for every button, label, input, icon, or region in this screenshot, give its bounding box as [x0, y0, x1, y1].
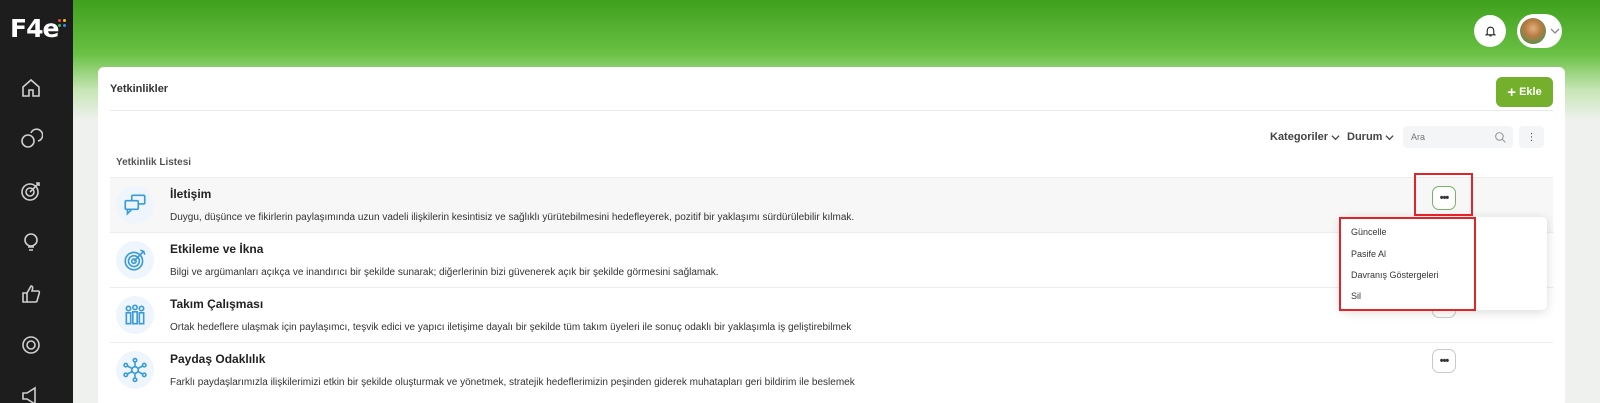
bell-icon	[1484, 26, 1496, 37]
add-button-label: Ekle	[1519, 86, 1542, 98]
search-icon[interactable]	[1494, 131, 1507, 144]
kebab-icon: ⋮	[1526, 131, 1537, 143]
competency-name: Etkileme ve İkna	[170, 242, 264, 256]
status-filter-label: Durum	[1347, 131, 1383, 143]
speech-bubbles-icon	[116, 186, 154, 224]
category-filter-label: Kategoriler	[1270, 131, 1329, 143]
highlight-box	[1339, 217, 1476, 311]
page-title: Yetkinlikler	[110, 83, 169, 95]
notification-button[interactable]	[1474, 15, 1506, 47]
chevron-down-icon	[1385, 134, 1394, 140]
add-button[interactable]: + Ekle	[1496, 77, 1553, 107]
network-icon	[116, 351, 154, 389]
plus-icon: +	[1507, 83, 1517, 101]
chevron-down-icon	[1550, 28, 1560, 34]
target-icon[interactable]	[19, 179, 43, 203]
table-row[interactable]: İletişim Duygu, düşünce ve fikirlerin pa…	[110, 177, 1553, 232]
bulb-icon[interactable]	[19, 230, 43, 254]
megaphone-icon[interactable]	[19, 384, 43, 403]
competency-list: İletişim Duygu, düşünce ve fikirlerin pa…	[110, 177, 1553, 397]
divider	[110, 110, 1553, 111]
logo-dots	[58, 19, 68, 29]
avatar	[1520, 18, 1546, 44]
sidebar: F4e	[0, 0, 73, 403]
chevron-down-icon	[1331, 134, 1340, 140]
thumbs-up-icon[interactable]	[19, 282, 43, 306]
category-filter[interactable]: Kategoriler	[1270, 131, 1340, 143]
home-icon[interactable]	[19, 76, 43, 100]
table-row[interactable]: Takım Çalışması Ortak hedeflere ulaşmak …	[110, 287, 1553, 342]
status-filter[interactable]: Durum	[1347, 131, 1394, 143]
chat-icon[interactable]	[19, 127, 44, 151]
brand-logo[interactable]: F4e	[10, 14, 68, 44]
target-icon	[116, 241, 154, 279]
team-icon	[116, 296, 154, 334]
highlight-box	[1414, 173, 1473, 216]
competency-name: İletişim	[170, 187, 212, 201]
competency-description: Ortak hedeflere ulaşmak için paylaşımcı,…	[170, 322, 852, 333]
table-row[interactable]: Paydaş Odaklılık Farklı paydaşlarımızla …	[110, 342, 1553, 397]
table-row[interactable]: Etkileme ve İkna Bilgi ve argümanları aç…	[110, 232, 1553, 287]
competency-name: Takım Çalışması	[170, 297, 264, 311]
more-options-button[interactable]: ⋮	[1519, 126, 1544, 148]
competency-description: Farklı paydaşlarımızla ilişkilerimizi et…	[170, 377, 855, 388]
settings-icon[interactable]	[19, 333, 43, 357]
user-menu-button[interactable]	[1517, 14, 1562, 48]
competency-name: Paydaş Odaklılık	[170, 352, 266, 366]
competency-description: Bilgi ve argümanları açıkça ve inandırıc…	[170, 267, 719, 278]
row-actions-button[interactable]: •••	[1432, 349, 1456, 373]
competency-description: Duygu, düşünce ve fikirlerin paylaşımınd…	[170, 212, 855, 223]
list-title: Yetkinlik Listesi	[116, 157, 192, 168]
logo-text: F4e	[10, 14, 59, 43]
